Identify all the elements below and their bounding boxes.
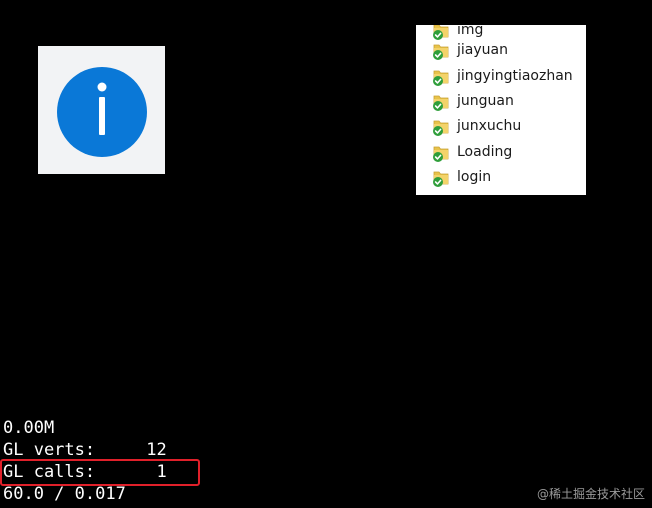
fps-stat: 60.0 / 0.017 [3, 484, 126, 504]
folder-label: junguan [457, 93, 514, 109]
folder-sync-icon [433, 146, 449, 162]
folder-item-junguan[interactable]: junguan [416, 89, 586, 114]
folder-item-junxuchu[interactable]: junxuchu [416, 114, 586, 139]
folder-sync-icon [433, 95, 449, 111]
folder-sync-icon [433, 171, 449, 187]
folder-label: Loading [457, 144, 513, 160]
folder-item-loading[interactable]: Loading [416, 140, 586, 165]
folder-label: junxuchu [457, 118, 522, 134]
gl-calls-highlight [0, 459, 200, 486]
gl-verts-stat: GL verts: 12 [3, 440, 167, 460]
folder-label: login [457, 169, 492, 185]
folder-item-jiayuan[interactable]: jiayuan [416, 38, 586, 63]
game-canvas[interactable]: img jiayuan jingyingtiaozhan junguan junxuch… [0, 0, 652, 508]
memory-stat: 0.00M [3, 418, 55, 438]
folder-sync-icon [433, 70, 449, 86]
folder-item-login[interactable]: login [416, 165, 586, 190]
watermark: @稀土掘金技术社区 [536, 487, 645, 501]
folder-sync-icon [433, 120, 449, 136]
info-icon [57, 67, 147, 157]
folder-list: img jiayuan jingyingtiaozhan junguan junxuch… [416, 25, 586, 195]
folder-item-jingyingtiaozhan[interactable]: jingyingtiaozhan [416, 64, 586, 89]
folder-label: jingyingtiaozhan [457, 68, 573, 84]
folder-label: jiayuan [457, 42, 508, 58]
info-tile [38, 46, 165, 174]
folder-sync-icon [433, 44, 449, 60]
